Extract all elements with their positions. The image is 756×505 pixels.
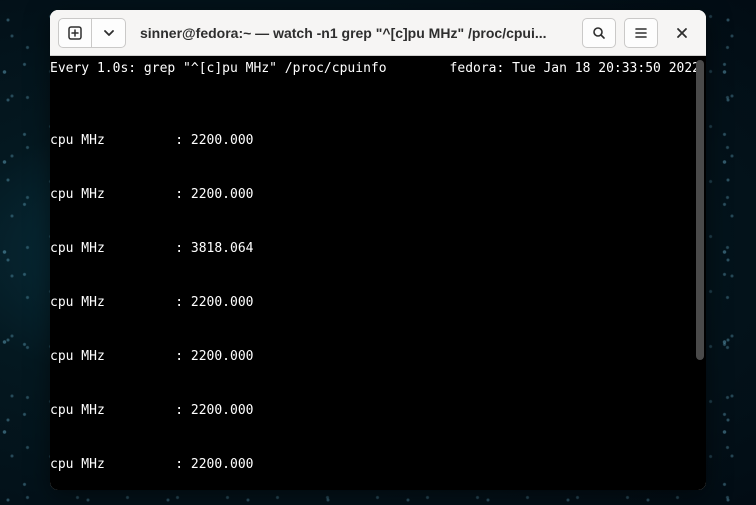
terminal-output: cpu MHz : 2200.000 cpu MHz : 2200.000 cp… xyxy=(50,96,706,490)
watch-header: Every 1.0s: grep "^[c]pu MHz" /proc/cpui… xyxy=(50,60,706,78)
titlebar: sinner@fedora:~ — watch -n1 grep "^[c]pu… xyxy=(50,10,706,56)
watch-command: Every 1.0s: grep "^[c]pu MHz" /proc/cpui… xyxy=(50,60,387,78)
chevron-down-icon xyxy=(104,28,114,38)
watch-timestamp: fedora: Tue Jan 18 20:33:50 2022 xyxy=(450,60,700,78)
hamburger-icon xyxy=(634,26,648,40)
cpu-line: cpu MHz : 2200.000 xyxy=(50,348,706,366)
search-button[interactable] xyxy=(582,18,616,48)
cpu-line: cpu MHz : 2200.000 xyxy=(50,294,706,312)
close-button[interactable] xyxy=(666,18,698,48)
menu-button[interactable] xyxy=(624,18,658,48)
cpu-line: cpu MHz : 2200.000 xyxy=(50,186,706,204)
scrollbar-thumb[interactable] xyxy=(696,60,704,360)
tab-menu-button[interactable] xyxy=(92,18,126,48)
plus-icon xyxy=(68,26,82,40)
terminal-content[interactable]: Every 1.0s: grep "^[c]pu MHz" /proc/cpui… xyxy=(50,56,706,490)
terminal-window: sinner@fedora:~ — watch -n1 grep "^[c]pu… xyxy=(50,10,706,490)
cpu-line: cpu MHz : 2200.000 xyxy=(50,132,706,150)
close-icon xyxy=(676,27,688,39)
cpu-line: cpu MHz : 2200.000 xyxy=(50,402,706,420)
cpu-line: cpu MHz : 2200.000 xyxy=(50,456,706,474)
tab-button-group xyxy=(58,18,126,48)
new-tab-button[interactable] xyxy=(58,18,92,48)
window-title: sinner@fedora:~ — watch -n1 grep "^[c]pu… xyxy=(134,25,574,41)
search-icon xyxy=(592,26,606,40)
cpu-line: cpu MHz : 3818.064 xyxy=(50,240,706,258)
